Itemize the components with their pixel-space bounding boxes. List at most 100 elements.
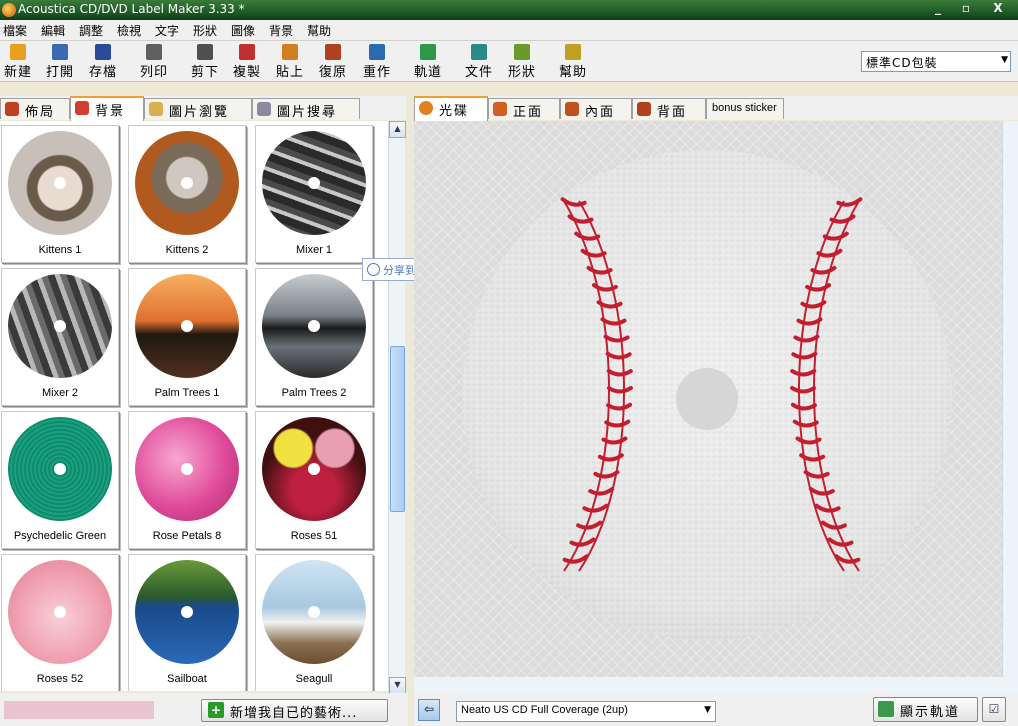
maximize-button[interactable]: ▫ (952, 0, 980, 18)
title-bar: Acoustica CD/DVD Label Maker 3.33 * _ ▫ … (0, 0, 1018, 20)
redo-button[interactable]: 重作 (359, 43, 395, 80)
undo-button[interactable]: 復原 (315, 43, 351, 80)
canvas-horizontal-scrollbar[interactable] (414, 677, 1018, 693)
tracks-icon (420, 44, 436, 60)
shape-button[interactable]: 形狀 (504, 43, 540, 80)
background-tile[interactable]: Roses 52 (1, 554, 119, 691)
minimize-button[interactable]: _ (924, 0, 952, 18)
show-tracks-button[interactable]: 顯示軌道 (873, 697, 978, 722)
background-thumbnail (8, 560, 112, 664)
help-icon (565, 44, 581, 60)
background-tile-label: Palm Trees 1 (154, 387, 220, 399)
checklist-icon[interactable]: ☑ (982, 697, 1006, 722)
text-icon (471, 44, 487, 60)
background-tile-label: Mixer 2 (41, 387, 79, 399)
tab-disc[interactable]: 光碟 (414, 96, 488, 121)
menu-shape[interactable]: 形狀 (193, 22, 217, 39)
background-tile[interactable]: Kittens 1 (1, 125, 119, 263)
copy-button[interactable]: 複製 (229, 43, 265, 80)
background-thumbnail (135, 560, 239, 664)
tab-layout-label: 佈局 (25, 105, 56, 120)
paste-button[interactable]: 貼上 (272, 43, 308, 80)
arrow-left-icon[interactable]: ⇦ (418, 699, 440, 721)
menu-edit[interactable]: 編輯 (41, 22, 65, 39)
tracks-button[interactable]: 軌道 (410, 43, 446, 80)
background-tile[interactable]: Rose Petals 8 (128, 411, 246, 549)
background-tile[interactable]: Palm Trees 2 (255, 268, 373, 406)
disc-hole (54, 177, 66, 189)
layout-select[interactable]: Neato US CD Full Coverage (2up) ▼ (456, 701, 716, 722)
background-thumbnail (135, 131, 239, 235)
right-bottom-bar: ⇦ Neato US CD Full Coverage (2up) ▼ 顯示軌道… (414, 693, 1018, 726)
background-gallery: Kittens 1 Kittens 2 Mixer 1 Mixer 2 Palm Tre… (0, 121, 388, 691)
copy-icon (239, 44, 255, 60)
tab-layout[interactable]: 佈局 (0, 98, 70, 120)
print-label: 列印 (139, 65, 168, 80)
background-tile-label: Palm Trees 2 (281, 387, 347, 399)
background-thumbnail (262, 417, 366, 521)
redo-icon (369, 44, 385, 60)
disc-hole (308, 463, 320, 475)
new-label: 新建 (3, 65, 32, 80)
menu-help[interactable]: 幫助 (307, 22, 331, 39)
menu-file[interactable]: 檔案 (3, 22, 27, 39)
scroll-up-icon[interactable]: ▲ (389, 121, 406, 138)
cut-button[interactable]: 剪下 (187, 43, 223, 80)
open-button[interactable]: 打開 (42, 43, 78, 80)
tab-front[interactable]: 正面 (488, 98, 560, 120)
background-tile-label: Seagull (295, 673, 333, 685)
menu-image[interactable]: 圖像 (231, 22, 255, 39)
front-icon (493, 102, 507, 116)
menu-view[interactable]: 檢視 (117, 22, 141, 39)
design-canvas[interactable] (414, 121, 1002, 677)
background-tile[interactable]: Roses 51 (255, 411, 373, 549)
text-button[interactable]: 文件 (461, 43, 497, 80)
tab-image-search[interactable]: 圖片搜尋 (252, 98, 360, 120)
save-button[interactable]: 存檔 (85, 43, 121, 80)
print-button[interactable]: 列印 (136, 43, 172, 80)
background-tile[interactable]: Sailboat (128, 554, 246, 691)
chevron-down-icon: ▼ (704, 705, 711, 715)
add-my-art-button[interactable]: + 新增我自已的藝術... (201, 699, 388, 722)
help-button[interactable]: 幫助 (555, 43, 591, 80)
pane-splitter[interactable] (406, 82, 414, 726)
background-thumbnail (135, 417, 239, 521)
background-tile[interactable]: Seagull (255, 554, 373, 691)
disc-hole (54, 463, 66, 475)
background-tile[interactable]: Psychedelic Green (1, 411, 119, 549)
menu-adjust[interactable]: 調整 (79, 22, 103, 39)
disc-hole (54, 320, 66, 332)
inside-icon (565, 102, 579, 116)
package-select[interactable]: 標準CD包裝 ▼ (861, 51, 1011, 72)
background-tile[interactable]: Mixer 1 (255, 125, 373, 263)
scroll-thumb[interactable] (390, 346, 405, 512)
background-thumbnail (262, 560, 366, 664)
menu-text[interactable]: 文字 (155, 22, 179, 39)
tab-image-browse[interactable]: 圖片瀏覽 (144, 98, 252, 120)
menu-background[interactable]: 背景 (269, 22, 293, 39)
background-thumbnail (135, 274, 239, 378)
tab-image-browse-label: 圖片瀏覽 (169, 105, 230, 120)
scroll-down-icon[interactable]: ▼ (389, 677, 406, 694)
tab-bonus-sticker[interactable]: bonus sticker (706, 98, 784, 119)
canvas-vertical-scrollbar[interactable] (1002, 121, 1018, 677)
tab-background[interactable]: 背景 (70, 96, 144, 121)
gallery-scrollbar[interactable]: ▲ ▼ (388, 121, 406, 694)
tab-background-label: 背景 (95, 104, 126, 119)
print-icon (146, 44, 162, 60)
close-button[interactable]: X (980, 0, 1016, 18)
background-tile[interactable]: Palm Trees 1 (128, 268, 246, 406)
tab-back[interactable]: 背面 (632, 98, 706, 120)
background-tile[interactable]: Kittens 2 (128, 125, 246, 263)
disc-preview[interactable] (414, 121, 1002, 677)
redo-label: 重作 (362, 65, 391, 80)
background-tile-label: Kittens 2 (165, 244, 209, 256)
plus-icon: + (208, 702, 224, 718)
new-button[interactable]: 新建 (0, 43, 36, 80)
tab-inside[interactable]: 內面 (560, 98, 632, 120)
copy-label: 複製 (232, 65, 261, 80)
tab-inside-label: 內面 (585, 105, 616, 120)
shape-label: 形狀 (507, 65, 536, 80)
disc-hole (181, 320, 193, 332)
background-tile[interactable]: Mixer 2 (1, 268, 119, 406)
